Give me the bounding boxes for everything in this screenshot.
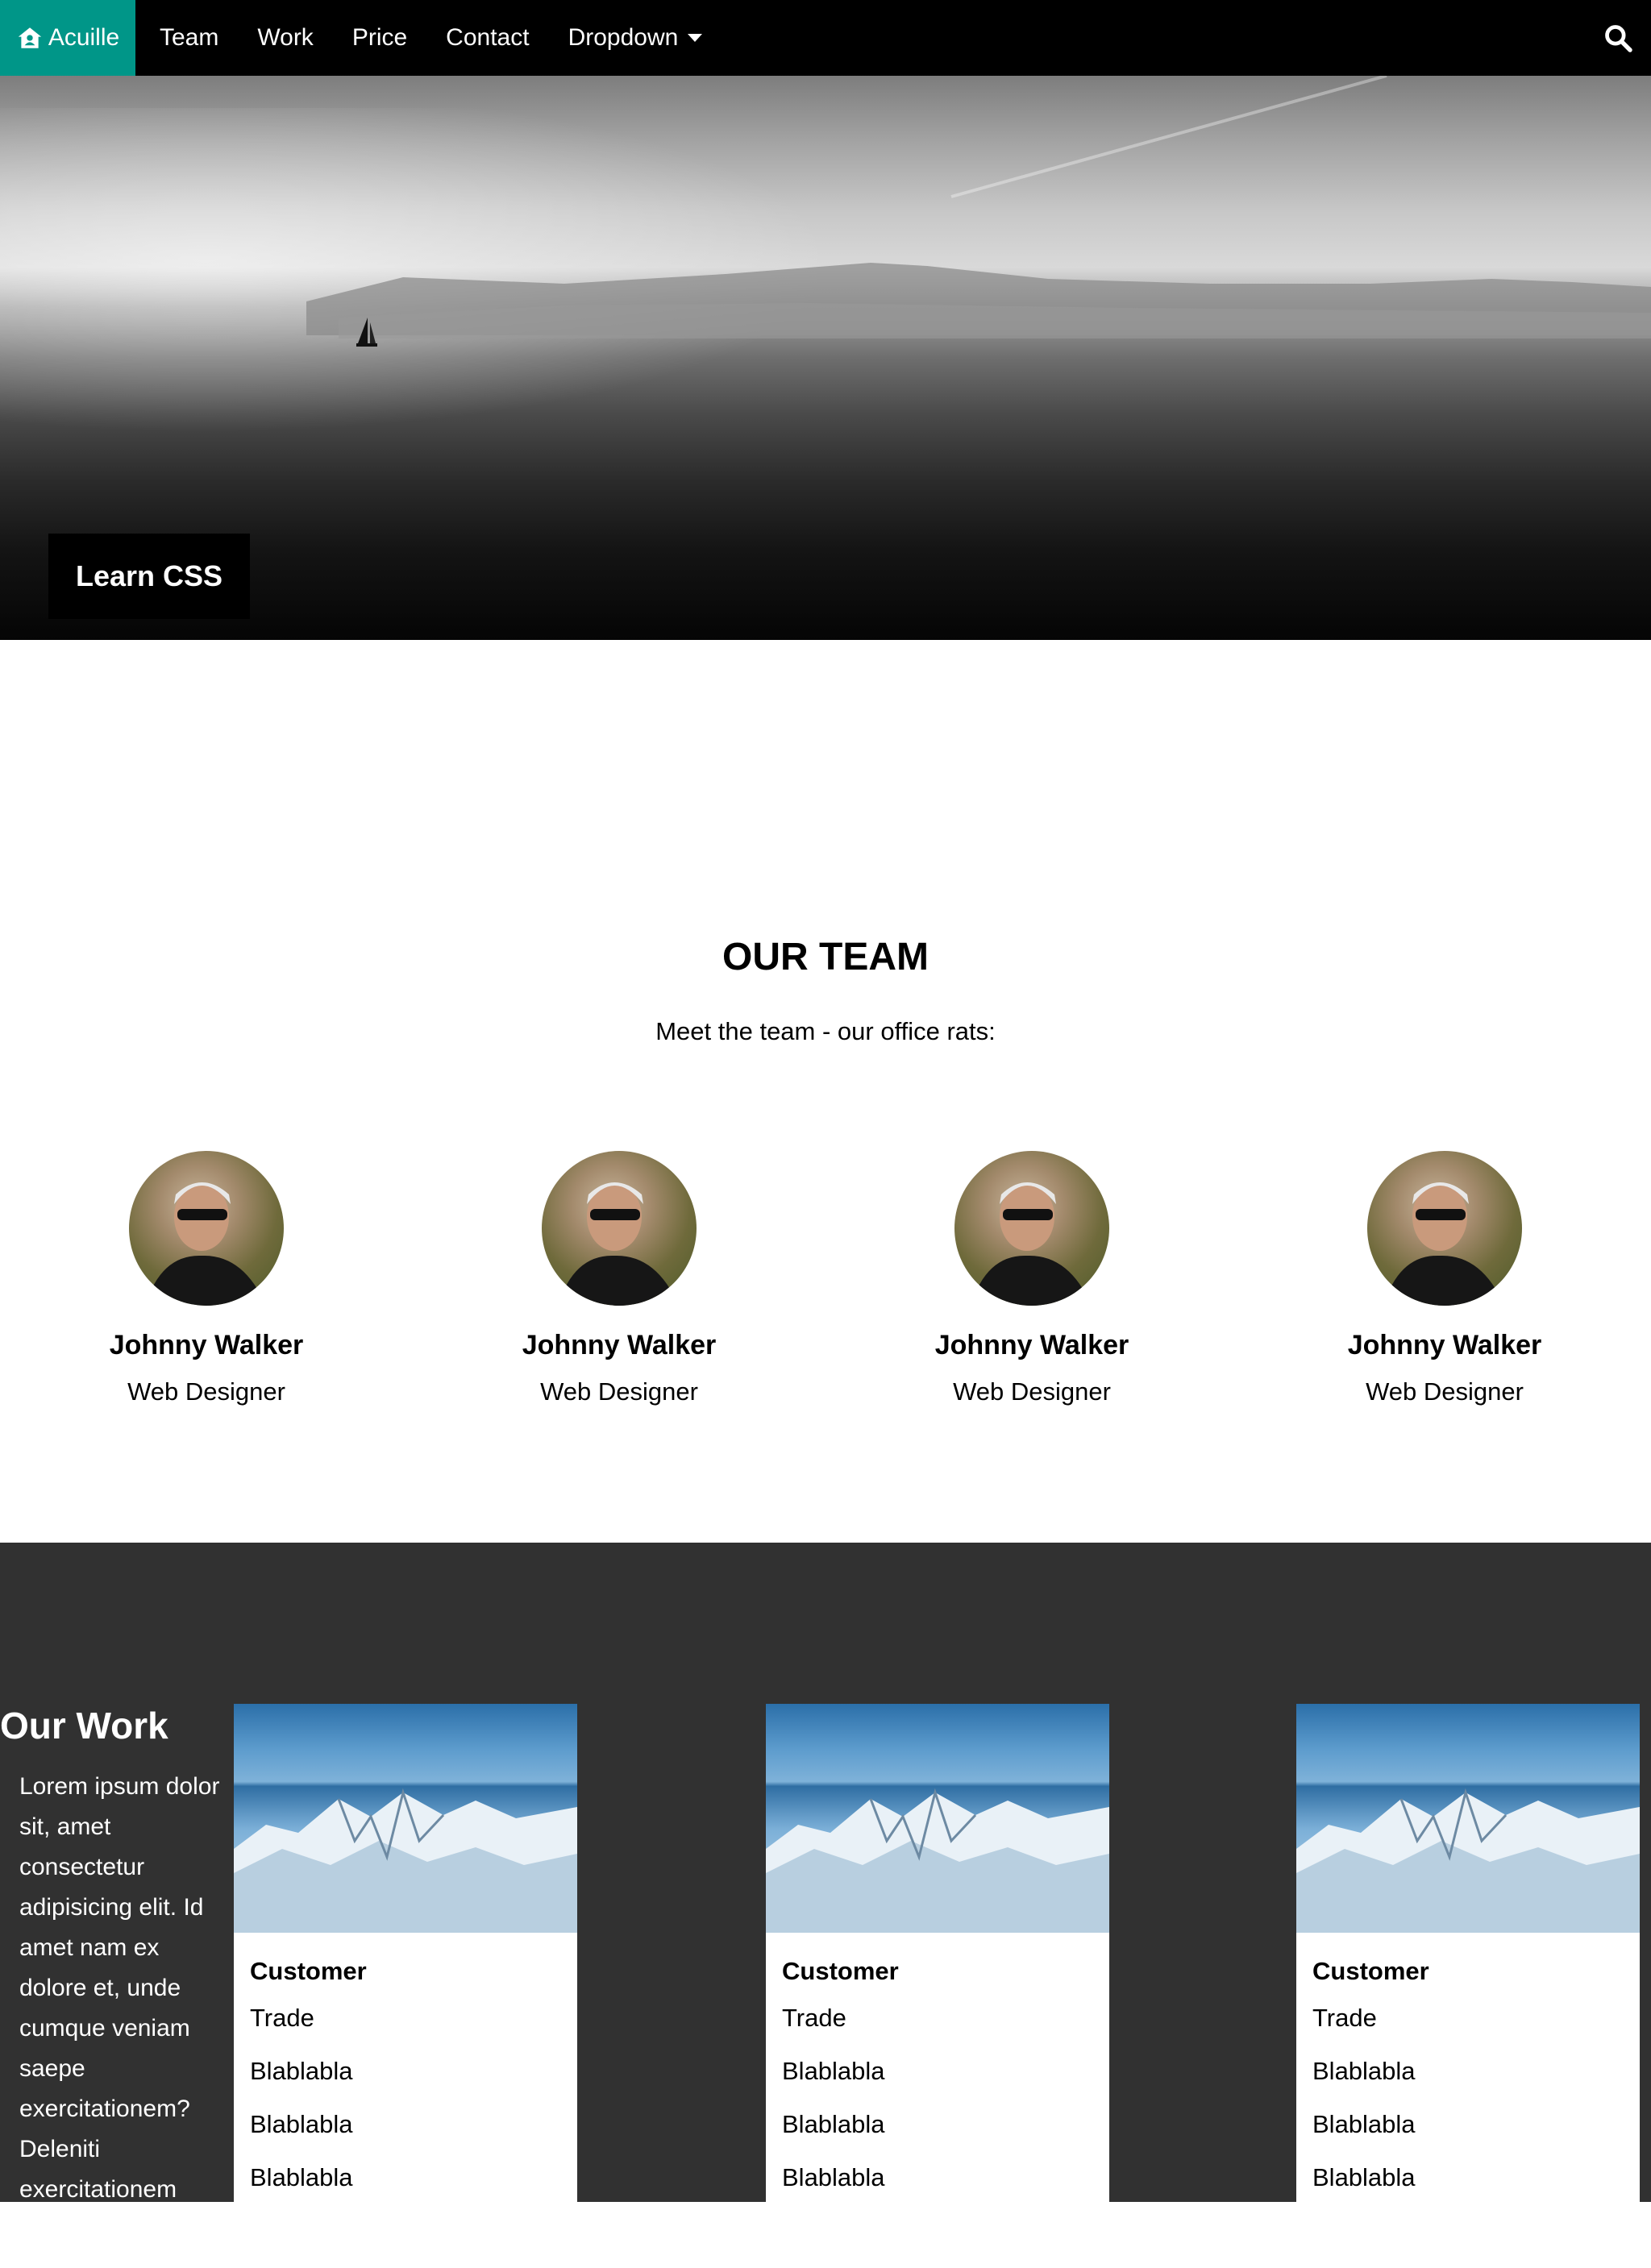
card-title: Customer bbox=[1312, 1957, 1429, 1985]
member-role: Web Designer bbox=[127, 1377, 285, 1406]
work-description: Lorem ipsum dolor sit, amet consectetur … bbox=[19, 1773, 220, 2203]
team-member-card: Johnny Walker Web Designer bbox=[871, 1151, 1193, 1406]
caret-down-icon bbox=[688, 34, 703, 42]
card-title: Customer bbox=[782, 1957, 899, 1985]
person-photo bbox=[145, 1182, 266, 1306]
member-name: Johnny Walker bbox=[522, 1330, 717, 1360]
work-section: Our Work Lorem ipsum dolor sit, amet con… bbox=[0, 1543, 1651, 2268]
card-line: Blablabla bbox=[250, 2110, 353, 2138]
member-name: Johnny Walker bbox=[109, 1330, 304, 1360]
card-line: Blablabla bbox=[1312, 2163, 1416, 2191]
team-section-subtitle: Meet the team - our office rats: bbox=[655, 1017, 996, 1045]
nav-dropdown-label: Dropdown bbox=[568, 24, 679, 51]
work-card[interactable]: Customer Trade Blablabla Blablabla Blabl… bbox=[1296, 1704, 1640, 2268]
nav-item-contact[interactable]: Contact bbox=[426, 0, 548, 76]
avatar bbox=[954, 1151, 1109, 1306]
work-card[interactable]: Customer Trade Blablabla Blablabla Blabl… bbox=[766, 1704, 1109, 2268]
top-navbar: Acuille Team Work Price Contact Dropdown bbox=[0, 0, 1651, 76]
card-line: Trade bbox=[1312, 2004, 1377, 2032]
member-role: Web Designer bbox=[953, 1377, 1111, 1406]
mountain-image bbox=[766, 1704, 1109, 1933]
person-photo bbox=[1383, 1182, 1504, 1306]
home-icon bbox=[18, 27, 41, 48]
card-line: Trade bbox=[782, 2004, 846, 2032]
avatar bbox=[1367, 1151, 1522, 1306]
person-photo bbox=[971, 1182, 1092, 1306]
card-line: Trade bbox=[250, 2004, 314, 2032]
nav-brand-label: Acuille bbox=[48, 24, 120, 51]
mountain-image bbox=[234, 1704, 577, 1933]
work-section-title: Our Work bbox=[0, 1705, 168, 1747]
member-role: Web Designer bbox=[1366, 1377, 1524, 1406]
avatar bbox=[542, 1151, 697, 1306]
avatar bbox=[129, 1151, 284, 1306]
team-member-card: Johnny Walker Web Designer bbox=[45, 1151, 368, 1406]
search-icon[interactable] bbox=[1603, 23, 1633, 53]
card-line: Blablabla bbox=[250, 2163, 353, 2191]
nav-item-work[interactable]: Work bbox=[238, 0, 332, 76]
member-name: Johnny Walker bbox=[934, 1330, 1129, 1360]
team-section-title: OUR TEAM bbox=[722, 936, 929, 978]
hero-banner: Learn CSS bbox=[0, 76, 1651, 640]
card-line: Blablabla bbox=[1312, 2110, 1416, 2138]
nav-item-price[interactable]: Price bbox=[333, 0, 426, 76]
card-line: Blablabla bbox=[782, 2110, 885, 2138]
nav-home-link[interactable]: Acuille bbox=[0, 0, 135, 76]
team-member-card: Johnny Walker Web Designer bbox=[1283, 1151, 1606, 1406]
card-line: Blablabla bbox=[250, 2057, 353, 2085]
card-line: Blablabla bbox=[782, 2163, 885, 2191]
work-card[interactable]: Customer Trade Blablabla Blablabla Blabl… bbox=[234, 1704, 577, 2268]
card-title: Customer bbox=[250, 1957, 367, 1985]
person-photo bbox=[558, 1182, 679, 1306]
member-role: Web Designer bbox=[540, 1377, 698, 1406]
member-name: Johnny Walker bbox=[1347, 1330, 1542, 1360]
learn-css-button[interactable]: Learn CSS bbox=[48, 534, 250, 619]
card-line: Blablabla bbox=[782, 2057, 885, 2085]
nav-dropdown[interactable]: Dropdown bbox=[549, 0, 722, 76]
card-line: Blablabla bbox=[1312, 2057, 1416, 2085]
nav-item-team[interactable]: Team bbox=[135, 0, 238, 76]
team-member-card: Johnny Walker Web Designer bbox=[458, 1151, 780, 1406]
mountain-image bbox=[1296, 1704, 1640, 1933]
